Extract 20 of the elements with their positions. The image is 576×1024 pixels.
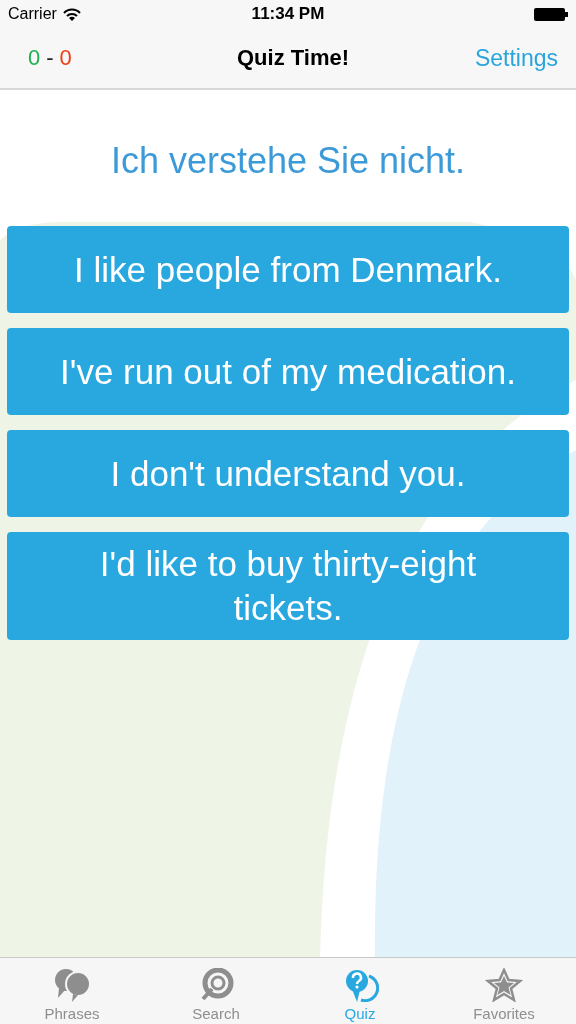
wifi-icon: [62, 7, 81, 21]
tab-item[interactable]: Quiz: [288, 958, 432, 1024]
carrier-label: Carrier: [8, 5, 57, 23]
settings-link[interactable]: Settings: [474, 44, 558, 72]
tab-item[interactable]: Favorites: [432, 958, 576, 1024]
answer-button[interactable]: I like people from Denmark.: [7, 226, 569, 313]
score-separator: -: [46, 45, 54, 71]
answer-button[interactable]: I've run out of my medication.: [7, 328, 569, 415]
clock-time: 11:34 PM: [251, 4, 325, 24]
speech-bubbles-icon: [53, 968, 91, 1002]
answer-button[interactable]: I'd like to buy thirty-eight tickets.: [7, 532, 569, 640]
question-text: Ich verstehe Sie nicht.: [110, 140, 466, 182]
tab-item[interactable]: Phrases: [0, 958, 144, 1024]
nav-title: Quiz Time!: [236, 45, 350, 71]
battery-icon: [534, 7, 568, 21]
tab-item[interactable]: Search: [144, 958, 288, 1024]
wrong-count: 0: [59, 45, 72, 71]
star-icon: [485, 968, 523, 1002]
answer-button[interactable]: I don't understand you.: [7, 430, 569, 517]
correct-count: 0: [28, 45, 41, 71]
